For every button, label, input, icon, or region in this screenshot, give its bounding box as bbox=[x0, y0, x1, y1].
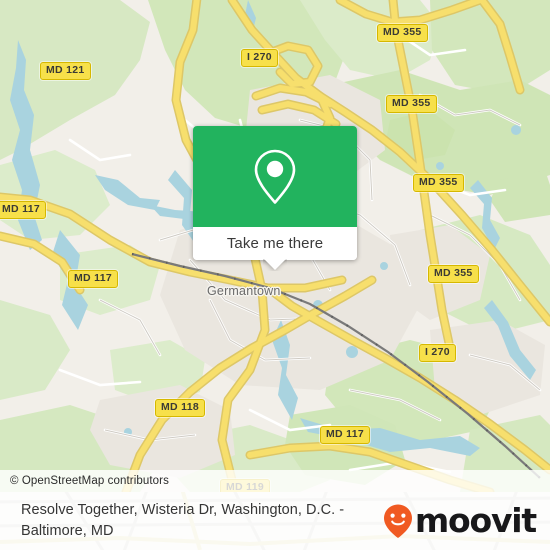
road-shield-md117-2[interactable]: MD 117 bbox=[68, 270, 118, 288]
footer-bar: Resolve Together, Wisteria Dr, Washingto… bbox=[0, 492, 550, 550]
road-shield-md355-3[interactable]: MD 355 bbox=[413, 174, 464, 192]
attribution-text[interactable]: © OpenStreetMap contributors bbox=[0, 475, 169, 487]
popup-action-area[interactable]: Take me there bbox=[193, 227, 357, 260]
popup-icon-area bbox=[193, 126, 357, 227]
map-viewport[interactable]: Germantown MD 121 I 270 MD 355 MD 355 MD… bbox=[0, 0, 550, 492]
road-shield-md355-4[interactable]: MD 355 bbox=[428, 265, 479, 283]
road-shield-i270-2[interactable]: I 270 bbox=[419, 344, 456, 362]
road-shield-md118-1[interactable]: MD 118 bbox=[155, 399, 205, 417]
place-label-germantown: Germantown bbox=[207, 284, 281, 298]
map-attribution-bar: © OpenStreetMap contributors bbox=[0, 470, 550, 492]
location-pin-icon bbox=[254, 149, 296, 204]
road-shield-i270-1[interactable]: I 270 bbox=[241, 49, 278, 67]
road-shield-md121-1[interactable]: MD 121 bbox=[40, 62, 91, 80]
moovit-smiley-pin-icon bbox=[383, 504, 412, 538]
road-shield-md117-3[interactable]: MD 117 bbox=[320, 426, 370, 444]
screenshot-root: Germantown MD 121 I 270 MD 355 MD 355 MD… bbox=[0, 0, 550, 550]
take-me-there-button[interactable]: Take me there bbox=[227, 235, 323, 252]
moovit-logo[interactable]: moovit bbox=[382, 501, 537, 540]
location-popup-card[interactable]: Take me there bbox=[193, 126, 357, 260]
road-shield-md355-1[interactable]: MD 355 bbox=[377, 24, 428, 42]
location-title: Resolve Together, Wisteria Dr, Washingto… bbox=[21, 502, 345, 539]
road-shield-md117-1[interactable]: MD 117 bbox=[0, 201, 46, 219]
road-shield-md355-2[interactable]: MD 355 bbox=[386, 95, 437, 113]
moovit-wordmark: moovit bbox=[414, 501, 537, 540]
popup-tail bbox=[263, 259, 287, 271]
